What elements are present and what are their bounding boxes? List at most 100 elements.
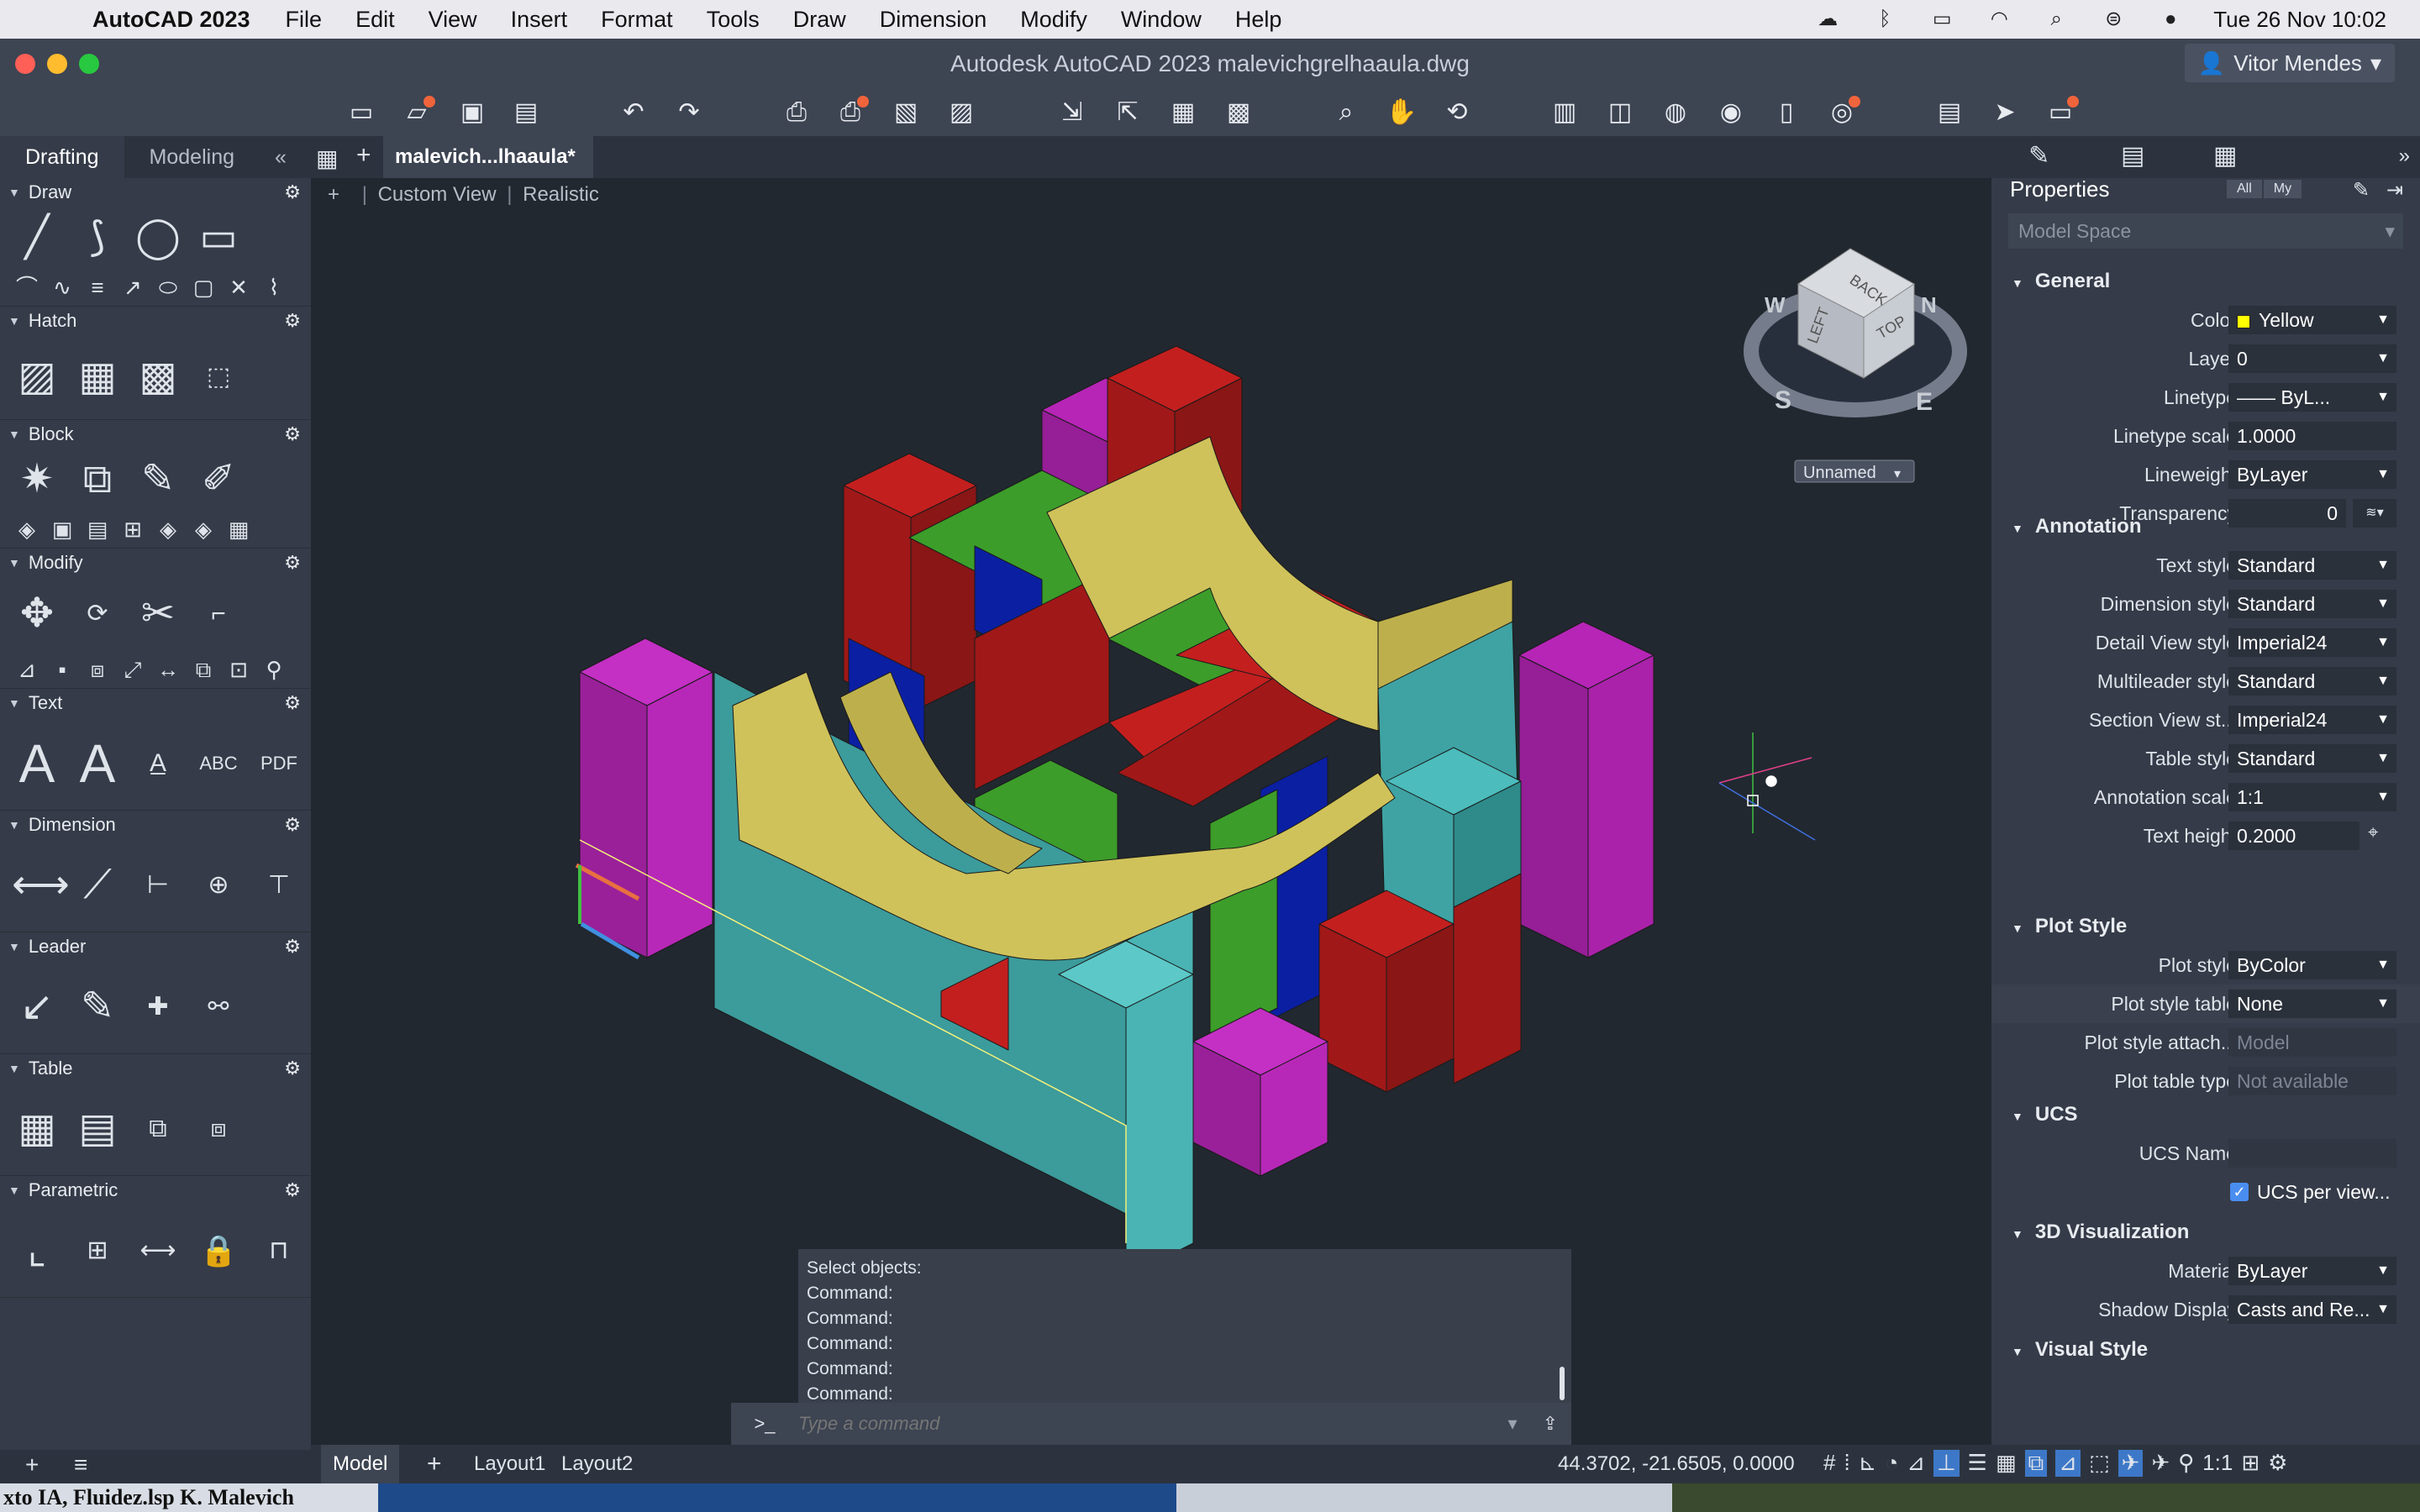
annotation-visibility-icon[interactable]: ✈ [2118,1450,2144,1477]
menu-tools[interactable]: Tools [707,7,760,33]
dimensional-constraint-icon[interactable]: ⟷ [133,1226,183,1276]
command-prompt-icon[interactable]: >_ [731,1413,798,1435]
table-style-dropdown[interactable]: Standard ▼ [2228,744,2396,773]
dim-ordinate-icon[interactable]: ⊤ [254,860,304,911]
break-icon[interactable]: ↔ [153,654,183,685]
batch-plot-icon[interactable]: ⎙ [834,96,869,129]
tag-icon[interactable]: ◈ [12,514,42,544]
gear-icon[interactable]: ⚙ [284,310,301,332]
tab-layout2[interactable]: Layout2 [550,1445,644,1483]
history-scrollbar[interactable] [1560,1367,1565,1400]
tab-drafting[interactable]: Drafting [0,136,124,178]
layer-walk-icon[interactable]: ▯ [1770,96,1803,129]
geometric-constraint-icon[interactable]: ⊞ [72,1226,123,1276]
blocks-tab-icon[interactable]: ▦ [2213,141,2237,171]
menu-format[interactable]: Format [601,7,673,33]
menu-edit[interactable]: Edit [355,7,395,33]
hatch-lines-icon[interactable]: ≡ [82,272,113,302]
text-style-dropdown[interactable]: Standard ▼ [2228,551,2396,580]
menu-modify[interactable]: Modify [1020,7,1087,33]
polyline-icon[interactable]: ⟆ [72,213,123,263]
screen-icon[interactable]: ▭ [2044,96,2079,129]
dimension-style-dropdown[interactable]: Standard ▼ [2228,590,2396,618]
add-layout-icon[interactable]: + [415,1445,454,1483]
select-objects-icon[interactable]: ⇥ [2386,178,2403,202]
add-icon[interactable]: + [25,1452,39,1478]
data-link-icon[interactable]: ⧉ [133,1104,183,1154]
polar-icon[interactable]: ◔ [1886,1450,1899,1477]
etransmit-icon[interactable]: ▦ [1166,96,1200,129]
spellcheck-icon[interactable]: ABC [193,738,244,789]
layer-isolate-icon[interactable]: ◍ [1659,96,1692,129]
table-icon[interactable]: ▦ [12,1104,62,1154]
block-attr-icon[interactable]: ▣ [47,514,77,544]
publish-icon[interactable]: ▨ [944,96,978,129]
compass-north[interactable]: N [1921,292,1937,318]
xline-icon[interactable]: ✕ [224,272,254,302]
app-menu[interactable]: AutoCAD 2023 [92,7,250,33]
grid-icon[interactable]: # [1823,1450,1835,1477]
block-add-icon[interactable]: ⊞ [118,514,148,544]
trim-icon[interactable]: ✂ [133,589,183,639]
multiline-text-icon[interactable]: A [12,737,62,790]
insert-block-icon[interactable]: ⧉ [72,454,123,505]
text-style-icon[interactable]: A̲ [133,738,183,789]
block-sync-icon[interactable]: ◈ [153,514,183,544]
drawing-tab[interactable]: malevich...lhaaula* [383,136,593,178]
gear-icon[interactable]: ⚙ [284,423,301,445]
gear-icon[interactable]: ⚙ [284,936,301,958]
section-view-style-dropdown[interactable]: Imperial24 ▼ [2228,706,2396,734]
lineweight-dropdown[interactable]: ByLayer ▼ [2228,460,2396,489]
linetype-scale-field[interactable]: 1.0000 [2228,422,2396,450]
layer-match-icon[interactable]: ◉ [1714,96,1748,129]
pan-icon[interactable]: ✋ [1385,96,1418,129]
dynamic-ucs-icon[interactable]: ⬚ [2089,1450,2110,1477]
layer-freeze-icon[interactable]: ◎ [1825,96,1860,129]
snap-icon[interactable]: ⁞ [1844,1450,1849,1477]
multileader-icon[interactable]: ↙ [12,982,62,1032]
menu-file[interactable]: File [286,7,323,33]
undo-icon[interactable]: ↶ [617,96,650,129]
control-center-icon[interactable]: ⊜ [2099,8,2128,30]
pick-point-icon[interactable]: ⌖ [2368,822,2378,843]
viewport-menu-icon[interactable]: + [328,183,339,206]
redo-icon[interactable]: ↷ [672,96,706,129]
menu-insert[interactable]: Insert [511,7,568,33]
gear-icon[interactable]: ⚙ [284,814,301,836]
line-icon[interactable]: ╱ [12,213,62,263]
block-editor-icon[interactable]: ✎ [133,454,183,505]
menu-dimension[interactable]: Dimension [880,7,987,33]
join-icon[interactable]: ⧉ [188,654,218,685]
compass-west[interactable]: W [1765,292,1786,318]
scale-label[interactable]: 1:1 [2202,1450,2233,1477]
gear-icon[interactable]: ⚙ [284,552,301,574]
linear-dimension-icon[interactable]: ⟷ [12,860,70,911]
command-input[interactable] [798,1407,1496,1441]
share-command-icon[interactable]: ⇪ [1529,1413,1571,1435]
settings-gear-icon[interactable]: ⚙ [2268,1450,2287,1477]
lineweight-icon[interactable]: ☰ [1968,1450,1987,1477]
single-line-text-icon[interactable]: A [72,737,123,790]
compass-south[interactable]: S [1775,386,1791,414]
layers-tab-icon[interactable]: ▤ [2121,141,2144,171]
annotation-scale-icon[interactable]: ⚲ [2178,1450,2194,1477]
text-height-field[interactable]: 0.2000 [2228,822,2360,850]
copy-rotate-icon[interactable]: ⟳ [72,589,123,639]
material-dropdown[interactable]: ByLayer ▼ [2228,1257,2396,1285]
auto-scale-icon[interactable]: ✈ [2151,1450,2170,1477]
view-control[interactable]: Custom View [378,183,497,206]
tab-modeling[interactable]: Modeling [124,136,260,178]
boundary-icon[interactable]: ⬚ [193,352,244,402]
export-icon[interactable]: ⇱ [1111,96,1144,129]
import-icon[interactable]: ⇲ [1055,96,1089,129]
tab-model[interactable]: Model [321,1445,400,1483]
layer-dropdown[interactable]: 0 ▼ [2228,344,2396,373]
new-file-icon[interactable]: ▭ [345,96,378,129]
layer-states-icon[interactable]: ◫ [1603,96,1637,129]
menu-help[interactable]: Help [1235,7,1282,33]
properties-icon[interactable]: ▤ [1933,96,1966,129]
gear-icon[interactable]: ⚙ [284,181,301,203]
open-file-icon[interactable]: ▱ [400,96,435,129]
save-icon[interactable]: ▣ [455,96,489,129]
share-icon[interactable]: ▩ [1222,96,1255,129]
